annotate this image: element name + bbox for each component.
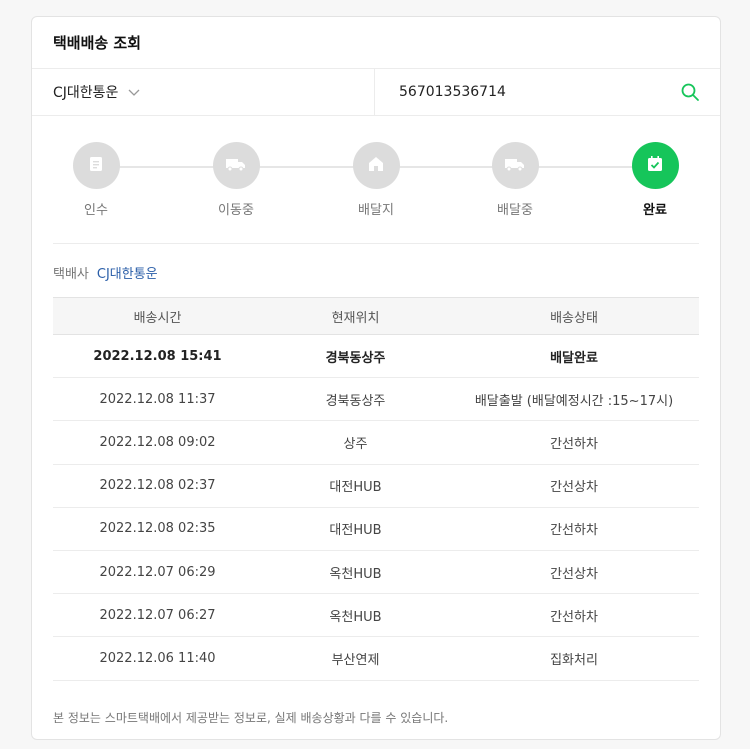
step-label: 인수: [84, 203, 108, 218]
table-row: 2022.12.07 06:27 옥천HUB 간선하차: [53, 594, 699, 638]
step-completed: 완료: [615, 142, 695, 218]
truck-icon: [504, 155, 526, 177]
step-out-for-delivery: 배달중: [475, 142, 555, 218]
header-status: 배송상태: [550, 310, 598, 326]
home-icon: [367, 155, 385, 177]
chevron-down-icon: [128, 86, 140, 98]
cell-time: 2022.12.08 02:35: [99, 521, 216, 537]
cell-time: 2022.12.08 15:41: [93, 348, 222, 364]
step-label: 완료: [643, 203, 667, 218]
step-destination: 배달지: [336, 142, 416, 218]
delivery-tracking-card: 택배배송 조회 CJ대한통운 인수: [31, 16, 721, 740]
table-row: 2022.12.08 15:41 경북동상주 배달완료: [53, 335, 699, 379]
step-label: 배달중: [497, 203, 533, 218]
table-row: 2022.12.08 02:35 대전HUB 간선하차: [53, 508, 699, 551]
header-location: 현재위치: [331, 310, 380, 326]
header-time: 배송시간: [133, 310, 182, 326]
step-label: 이동중: [218, 203, 254, 218]
cell-location: 상주: [343, 436, 368, 452]
table-row: 2022.12.08 09:02 상주 간선하차: [53, 421, 699, 465]
receipt-icon: [87, 155, 105, 177]
cell-status: 집화처리: [550, 652, 598, 668]
cell-time: 2022.12.06 11:40: [99, 650, 216, 666]
cell-time: 2022.12.08 11:37: [99, 391, 216, 407]
search-icon[interactable]: [680, 82, 700, 102]
disclaimer-text: 본 정보는 스마트택배에서 제공받는 정보로, 실제 배송상황과 다를 수 있습…: [53, 711, 449, 725]
cell-status: 간선하차: [550, 436, 598, 452]
card-header: 택배배송 조회: [32, 17, 720, 69]
tracking-input-wrap: [375, 69, 720, 115]
cell-time: 2022.12.07 06:29: [99, 564, 216, 580]
cell-time: 2022.12.08 09:02: [99, 434, 216, 450]
cell-status: 간선하차: [550, 523, 598, 539]
table-row: 2022.12.07 06:29 옥천HUB 간선상차: [53, 551, 699, 595]
cell-status: 배달출발 (배달예정시간 :15~17시): [474, 393, 674, 409]
step-in-transit: 이동중: [196, 142, 276, 218]
cell-location: 경북동상주: [325, 393, 386, 409]
tracking-table: 배송시간 현재위치 배송상태 2022.12.08 15:41 경북동상주 배달…: [53, 297, 699, 681]
delivery-progress: 인수 이동중 배달지 배달중 완료: [53, 116, 699, 244]
cell-location: 경북동상주: [325, 350, 386, 366]
cell-status: 배달완료: [550, 350, 598, 366]
cell-location: 옥천HUB: [329, 566, 382, 582]
table-row: 2022.12.08 11:37 경북동상주 배달출발 (배달예정시간 :15~…: [53, 378, 699, 422]
cell-location: 대전HUB: [329, 480, 382, 496]
tracking-number-input[interactable]: [399, 84, 680, 100]
cell-location: 대전HUB: [329, 523, 382, 539]
cell-status: 간선상차: [550, 480, 598, 496]
table-header: 배송시간 현재위치 배송상태: [53, 297, 699, 335]
step-circle: [352, 142, 400, 189]
truck-icon: [225, 155, 247, 177]
carrier-info-value[interactable]: CJ대한통운: [97, 267, 158, 282]
cell-status: 간선상차: [550, 566, 598, 582]
step-circle: [212, 142, 260, 189]
search-row: CJ대한통운: [32, 69, 720, 116]
step-received: 인수: [56, 142, 136, 218]
step-circle: [491, 142, 539, 189]
carrier-info-label: 택배사: [53, 267, 89, 282]
step-circle: [72, 142, 120, 189]
carrier-info: 택배사 CJ대한통운: [32, 244, 720, 297]
step-label: 배달지: [358, 203, 394, 218]
cell-location: 옥천HUB: [329, 609, 382, 625]
cell-time: 2022.12.08 02:37: [99, 478, 216, 494]
page-title: 택배배송 조회: [53, 34, 142, 52]
table-row: 2022.12.06 11:40 부산연제 집화처리: [53, 637, 699, 681]
cell-time: 2022.12.07 06:27: [99, 607, 216, 623]
cell-status: 간선하차: [550, 609, 598, 625]
table-row: 2022.12.08 02:37 대전HUB 간선상차: [53, 465, 699, 508]
carrier-select[interactable]: CJ대한통운: [32, 69, 375, 115]
check-calendar-icon: [646, 155, 664, 177]
carrier-select-value: CJ대한통운: [53, 85, 119, 101]
cell-location: 부산연제: [331, 652, 380, 668]
step-circle: [631, 142, 679, 189]
